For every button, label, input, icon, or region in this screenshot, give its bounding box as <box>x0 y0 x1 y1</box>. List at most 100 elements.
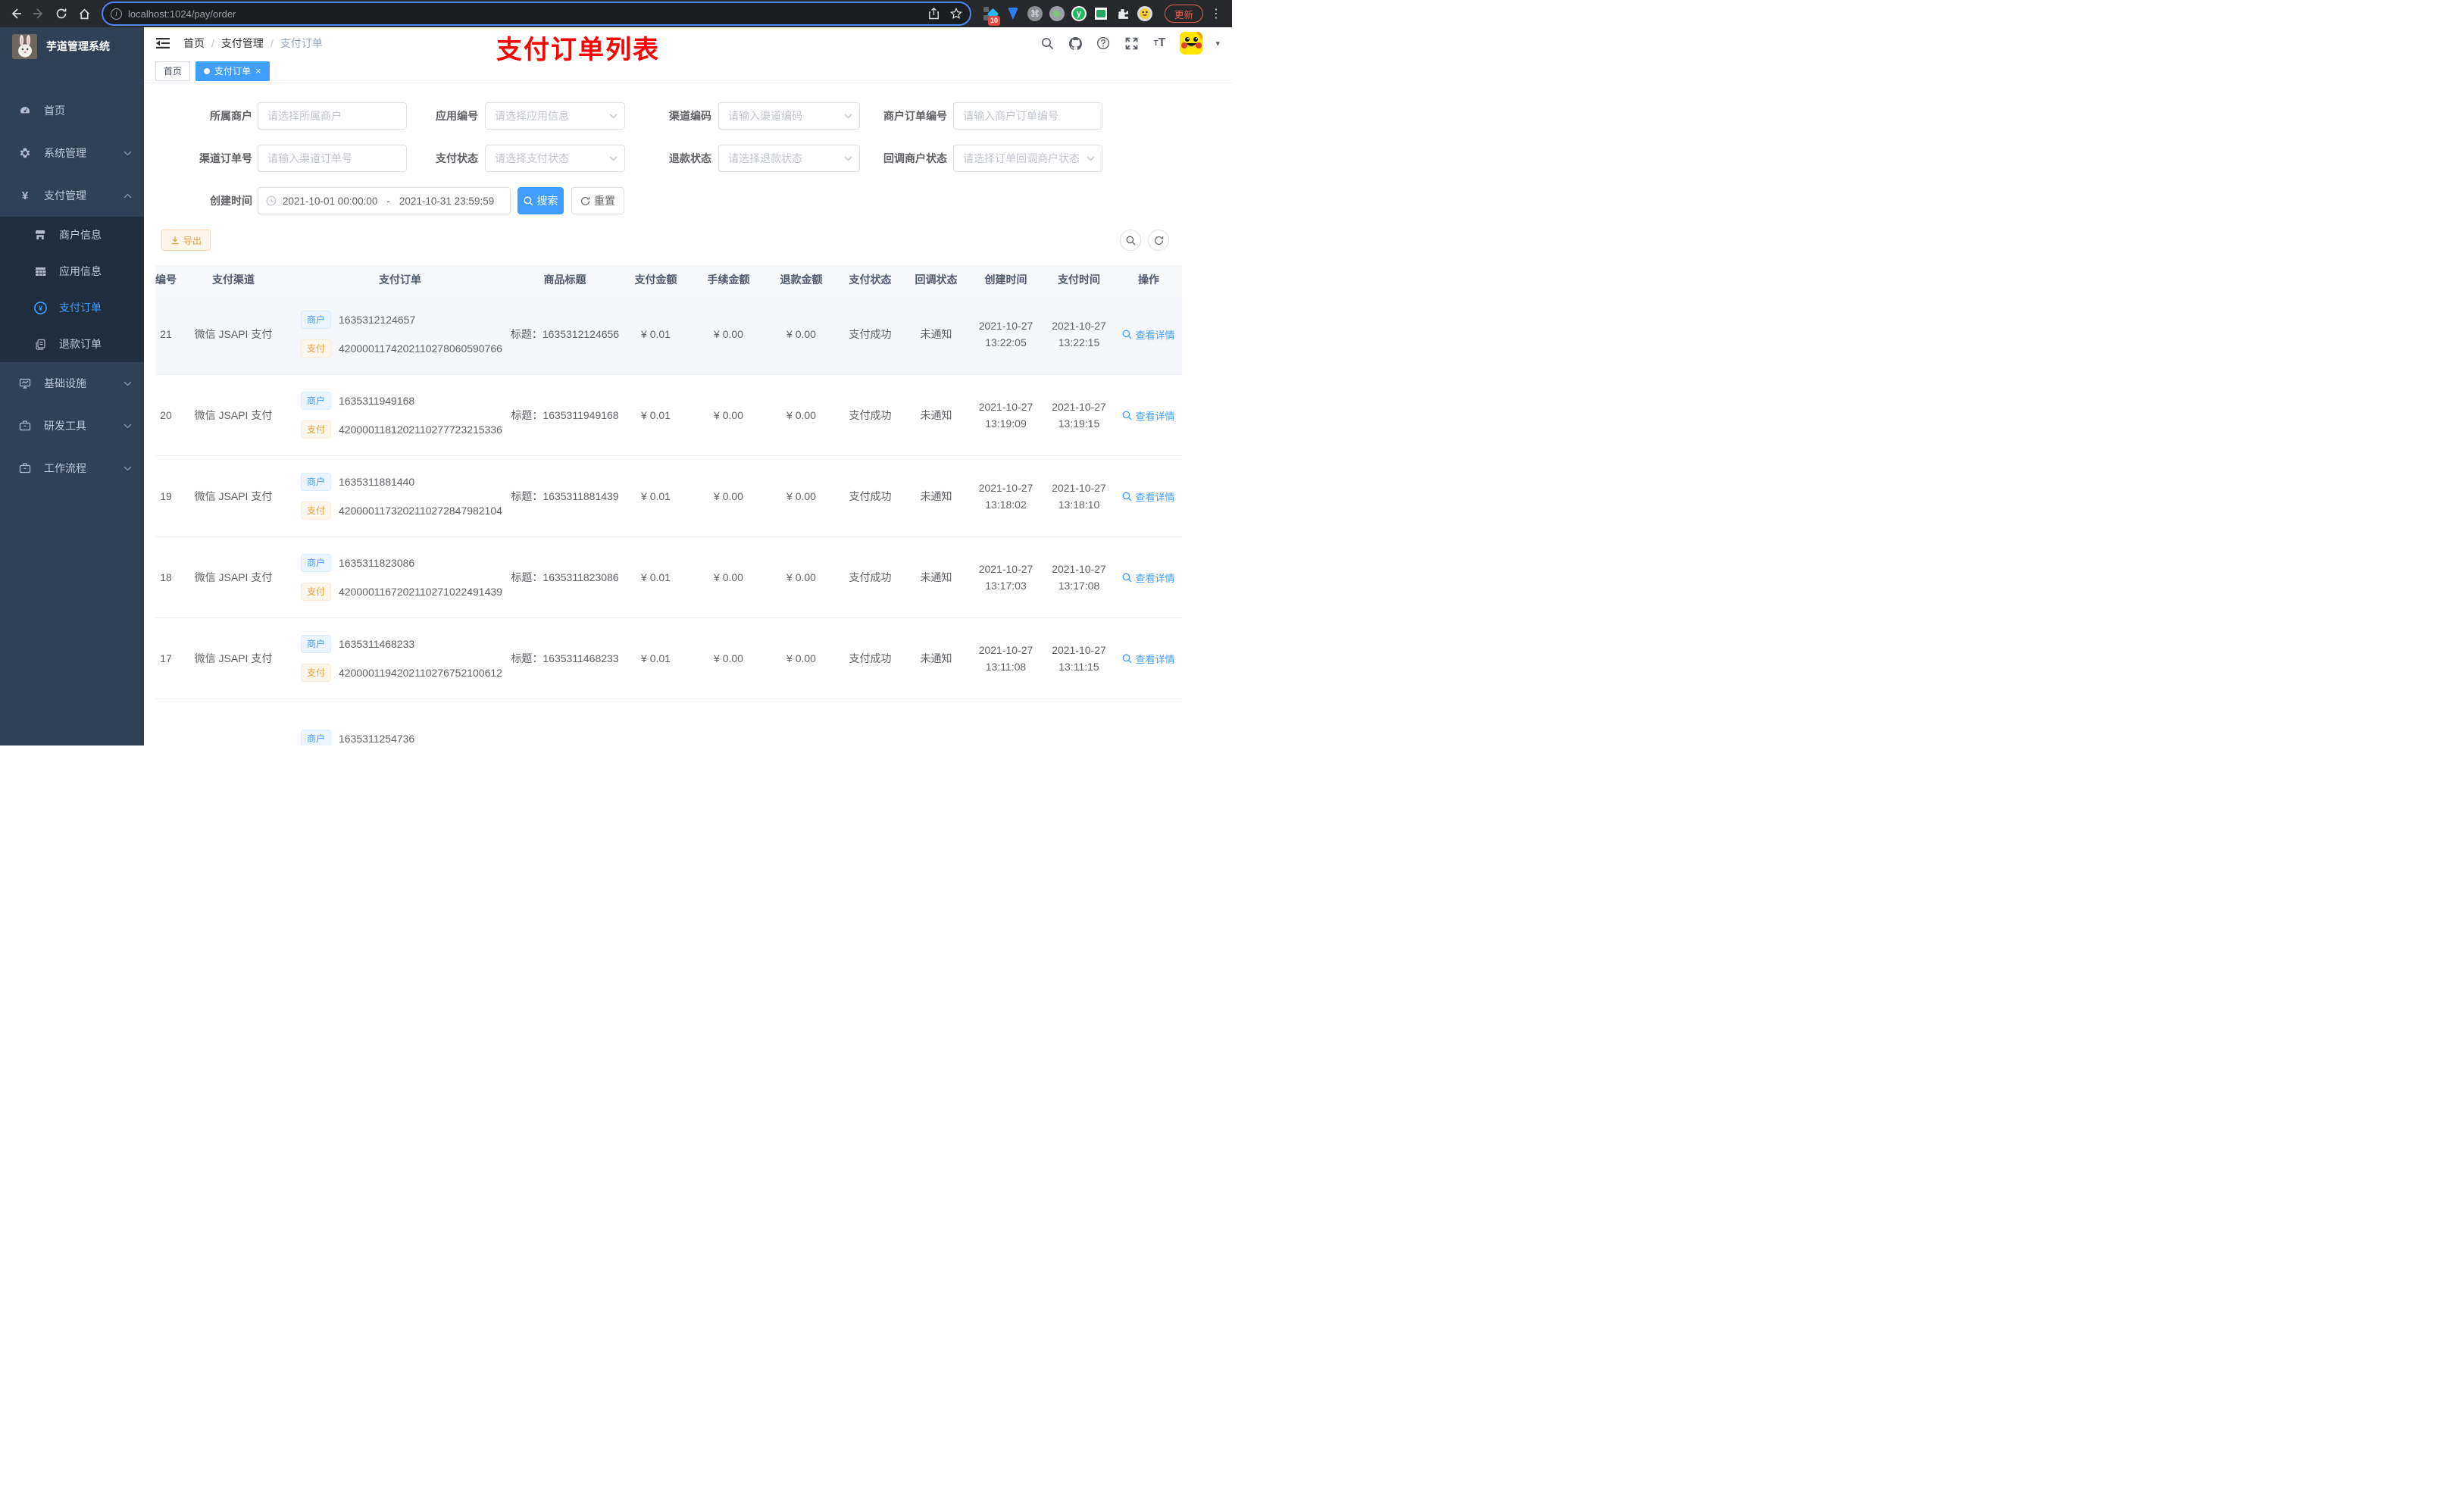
help-icon[interactable] <box>1096 36 1111 51</box>
update-button[interactable]: 更新 <box>1164 5 1203 23</box>
export-button[interactable]: 导出 <box>161 230 211 251</box>
sidebar-item-app-info[interactable]: 应用信息 <box>0 253 144 289</box>
caret-down-icon[interactable]: ▾ <box>1215 39 1220 48</box>
site-info-icon[interactable]: i <box>111 8 122 20</box>
sidebar-item-infrastructure[interactable]: 基础设施 <box>0 362 144 405</box>
extension-kite-icon[interactable] <box>1005 6 1021 21</box>
toggle-search-button[interactable] <box>1120 230 1141 251</box>
cell-id: 20 <box>160 409 172 421</box>
reset-button[interactable]: 重置 <box>571 187 624 214</box>
merchant-tag: 商户 <box>301 472 332 491</box>
back-icon[interactable] <box>6 4 26 23</box>
extension-record-icon[interactable] <box>1049 6 1065 21</box>
search-icon[interactable] <box>1040 36 1055 51</box>
merchant-tag: 商户 <box>301 730 332 746</box>
url-bar[interactable]: i localhost:1024/pay/order <box>103 3 970 24</box>
refresh-button[interactable] <box>1148 230 1169 251</box>
field-label-merchant: 所属商户 <box>210 110 252 122</box>
view-details-link[interactable]: 查看详情 <box>1122 327 1175 342</box>
breadcrumb-pay-management[interactable]: 支付管理 <box>221 36 264 51</box>
page-content: 所属商户 应用编号 渠道编码 商户订单编号 <box>144 83 1232 746</box>
cell-pay-time: 2021-10-27 13:11:15 <box>1052 644 1106 673</box>
yen-circle-icon: ¥ <box>33 301 47 314</box>
font-size-icon[interactable]: TT <box>1152 36 1167 51</box>
user-avatar[interactable] <box>1180 32 1203 55</box>
create-time-range-picker[interactable]: 2021-10-01 00:00:00 - 2021-10-31 23:59:5… <box>258 187 511 214</box>
sidebar-item-label: 研发工具 <box>44 420 86 432</box>
field-label-pay-status: 支付状态 <box>436 152 478 164</box>
cell-channel: 微信 JSAPI 支付 <box>194 328 273 340</box>
sidebar-item-refund-order[interactable]: 退款订单 <box>0 326 144 362</box>
cell-create-time: 2021-10-27 13:19:09 <box>978 401 1033 430</box>
sidebar-item-label: 支付管理 <box>44 189 86 202</box>
extension-puzzle-icon[interactable] <box>1115 6 1130 21</box>
cell-actions: 查看详情 <box>1115 489 1182 504</box>
close-icon[interactable]: × <box>255 66 261 76</box>
column-header-notify-status: 回调状态 <box>915 274 958 286</box>
cell-notify-status: 未通知 <box>920 571 952 583</box>
view-details-link[interactable]: 查看详情 <box>1122 408 1175 423</box>
extension-chat-icon[interactable] <box>1093 6 1108 21</box>
extension-workflow-icon[interactable]: 10 <box>983 6 1000 26</box>
cell-title: 标题：1635311468233 <box>511 652 619 664</box>
home-icon[interactable] <box>74 4 94 23</box>
clock-icon <box>266 195 277 206</box>
view-details-link[interactable]: 查看详情 <box>1122 570 1175 585</box>
browser-menu-icon[interactable]: ⋮ <box>1206 4 1226 23</box>
table-body: 21 微信 JSAPI 支付 商户 1635312124657 支付 42000… <box>155 294 1182 746</box>
extension-emoji-icon[interactable] <box>1137 6 1152 21</box>
table-row: 21 微信 JSAPI 支付 商户 1635312124657 支付 42000… <box>155 294 1182 375</box>
fullscreen-icon[interactable] <box>1124 36 1139 51</box>
column-header-title: 商品标题 <box>543 274 586 286</box>
chevron-down-icon <box>124 424 132 429</box>
cell-create-time: 2021-10-27 13:11:08 <box>978 644 1033 673</box>
tab-pay-order[interactable]: 支付订单 × <box>195 61 270 81</box>
extension-command-icon[interactable]: ⌘ <box>1027 6 1043 21</box>
app-logo[interactable]: 芋道管理系统 <box>0 27 144 65</box>
breadcrumb-home[interactable]: 首页 <box>183 36 205 51</box>
sidebar-item-home[interactable]: 首页 <box>0 89 144 132</box>
table-header: 编号 支付渠道 支付订单 商品标题 支付金额 手续金额 退款金额 支付状态 回调… <box>155 265 1182 294</box>
sidebar-item-label: 退款订单 <box>59 338 102 350</box>
bookmark-star-icon[interactable] <box>950 8 962 20</box>
cell-channel: 微信 JSAPI 支付 <box>194 652 273 664</box>
cell-pay-status: 支付成功 <box>849 571 892 583</box>
search-button[interactable]: 搜索 <box>518 187 564 214</box>
cell-pay-status: 支付成功 <box>849 652 892 664</box>
tab-home[interactable]: 首页 <box>155 61 191 81</box>
extension-y-icon[interactable]: y <box>1071 6 1087 21</box>
share-icon[interactable] <box>928 8 940 20</box>
sidebar-item-payment[interactable]: ¥ 支付管理 <box>0 174 144 217</box>
collapse-sidebar-icon[interactable] <box>156 36 171 51</box>
sidebar-item-workflow[interactable]: 工作流程 <box>0 447 144 489</box>
notify-status-select[interactable] <box>953 145 1102 172</box>
reload-icon[interactable] <box>52 4 71 23</box>
cell-refund: ¥ 0.00 <box>786 652 816 664</box>
merchant-order-no-field[interactable] <box>953 102 1102 130</box>
column-header-pay-time: 支付时间 <box>1058 274 1100 286</box>
field-label-refund-status: 退款状态 <box>669 152 711 164</box>
sidebar-item-system[interactable]: 系统管理 <box>0 132 144 174</box>
cell-channel: 微信 JSAPI 支付 <box>194 409 273 421</box>
forward-icon[interactable] <box>29 4 48 23</box>
dashboard-icon <box>18 105 32 117</box>
cell-fee: ¥ 0.00 <box>714 490 743 502</box>
chevron-down-icon <box>1087 156 1095 161</box>
merchant-order-no-input[interactable] <box>953 102 1102 130</box>
cell-pay-order: 商户 1635312124657 支付 42000011742021102780… <box>290 310 510 358</box>
view-details-link[interactable]: 查看详情 <box>1122 652 1175 666</box>
sidebar-item-pay-order[interactable]: ¥ 支付订单 <box>0 289 144 326</box>
cell-title: 标题：1635311949168 <box>511 409 619 421</box>
url-text[interactable]: localhost:1024/pay/order <box>128 8 922 20</box>
field-label-create-time: 创建时间 <box>210 195 252 207</box>
cell-actions: 查看详情 <box>1115 327 1182 342</box>
monitor-icon <box>18 377 32 389</box>
top-navbar: 首页 / 支付管理 / 支付订单 支付订单列表 T T ▾ <box>144 27 1232 64</box>
view-details-link[interactable]: 查看详情 <box>1122 489 1175 504</box>
sidebar-item-dev-tools[interactable]: 研发工具 <box>0 405 144 447</box>
github-icon[interactable] <box>1068 36 1083 51</box>
sidebar-item-merchant-info[interactable]: 商户信息 <box>0 217 144 253</box>
notify-status-input[interactable] <box>953 145 1102 172</box>
cell-amount: ¥ 0.01 <box>641 409 671 421</box>
merchant-order-no: 1635312124657 <box>339 313 416 326</box>
